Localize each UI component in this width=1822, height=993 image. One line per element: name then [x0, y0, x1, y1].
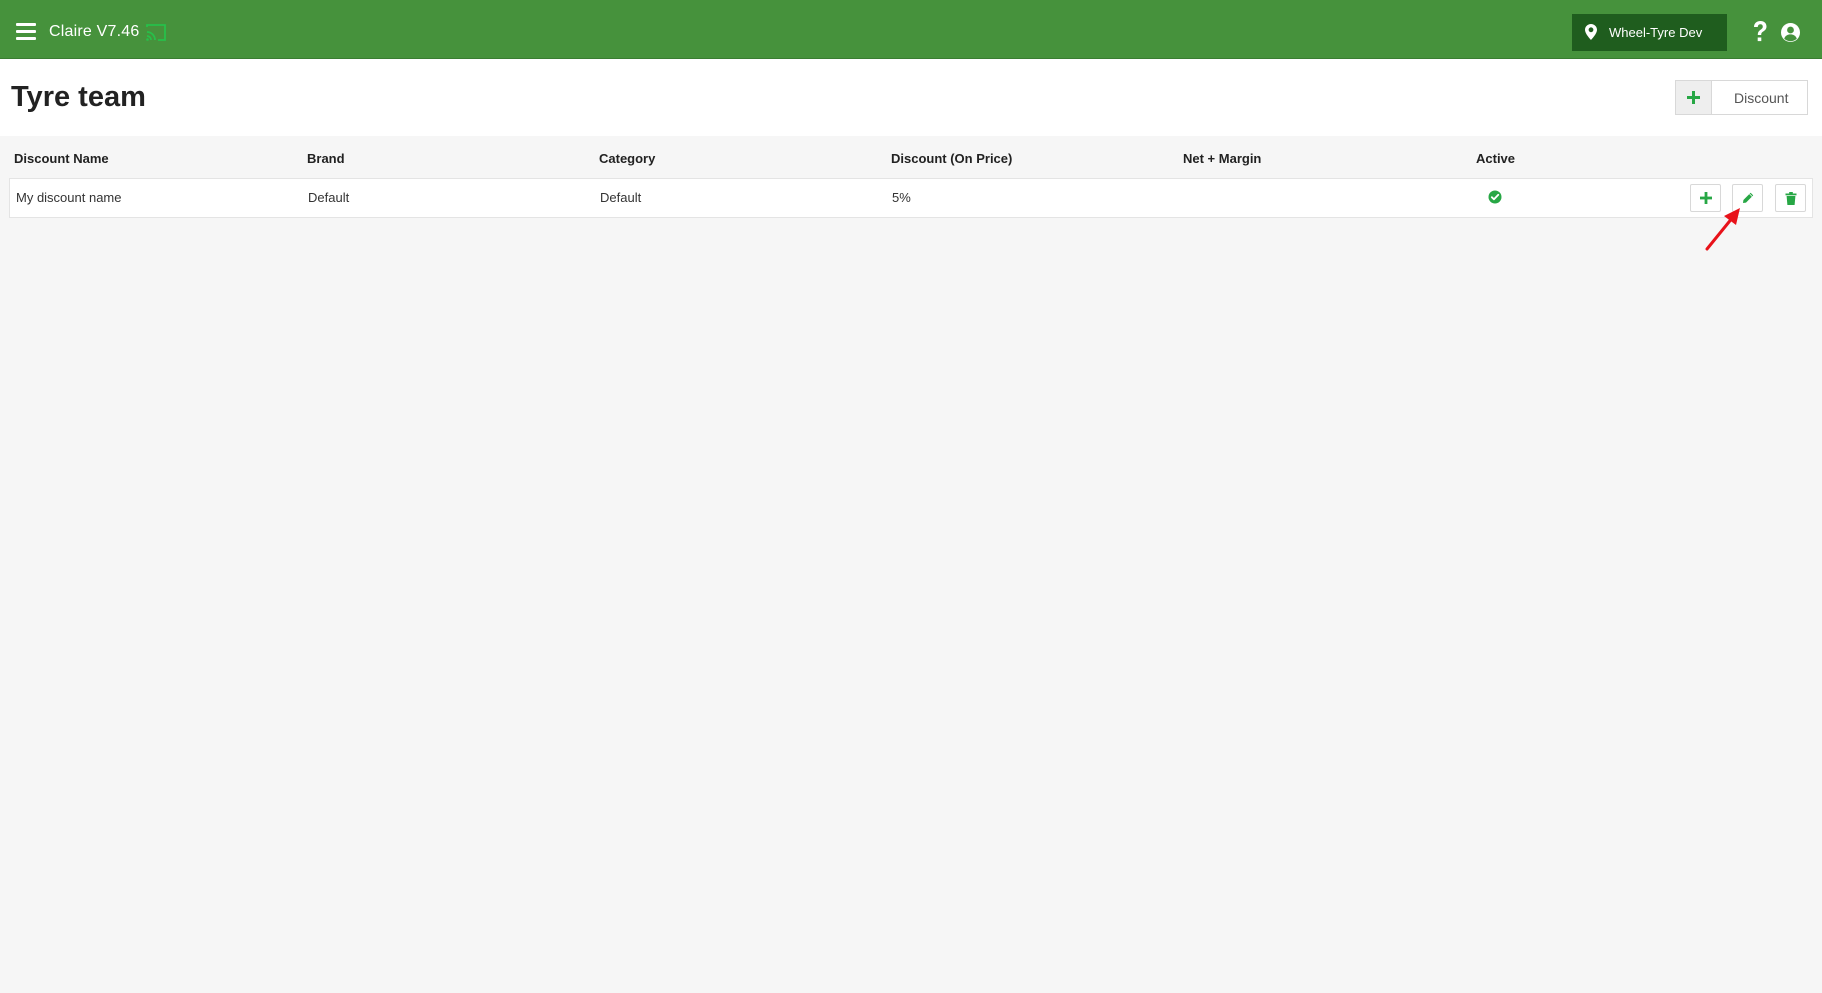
table-row: My discount name Default Default 5%: [9, 178, 1813, 218]
app-title: Claire V7.46: [49, 23, 140, 40]
page-title: Tyre team: [11, 81, 146, 113]
map-pin-icon: [1585, 24, 1597, 40]
pencil-icon: [1743, 192, 1754, 203]
table-header: Discount Name Brand Category Discount (O…: [0, 136, 1822, 178]
check-circle-icon: [1488, 190, 1502, 204]
cell-brand: Default: [308, 190, 350, 205]
add-row-button[interactable]: [1690, 184, 1721, 212]
question-mark-icon[interactable]: [1750, 20, 1770, 44]
user-circle-icon[interactable]: [1780, 22, 1801, 43]
location-selector[interactable]: Wheel-Tyre Dev: [1572, 14, 1727, 51]
cell-discount-on-price: 5%: [892, 190, 911, 205]
column-header-discount-on-price: Discount (On Price): [891, 151, 1013, 166]
plus-icon: [1700, 192, 1712, 204]
cast-icon[interactable]: [145, 24, 167, 42]
cell-category: Default: [600, 190, 642, 205]
column-header-active: Active: [1476, 151, 1516, 166]
location-label: Wheel-Tyre Dev: [1609, 25, 1703, 40]
page-header: Tyre team Discount: [0, 59, 1822, 136]
column-header-net-margin: Net + Margin: [1183, 151, 1262, 166]
plus-icon: [1687, 91, 1700, 104]
cell-discount-name: My discount name: [16, 190, 122, 205]
column-header-category: Category: [599, 151, 656, 166]
column-header-discount-name: Discount Name: [14, 151, 109, 166]
trash-icon: [1785, 192, 1797, 205]
top-navbar: Claire V7.46 Wheel-Tyre Dev: [0, 0, 1822, 59]
edit-row-button[interactable]: [1732, 184, 1763, 212]
column-header-brand: Brand: [307, 151, 345, 166]
hamburger-menu-icon[interactable]: [16, 23, 36, 41]
plus-icon-box: [1676, 81, 1712, 114]
add-discount-label: Discount: [1734, 90, 1789, 106]
add-discount-button[interactable]: Discount: [1675, 80, 1808, 115]
delete-row-button[interactable]: [1775, 184, 1806, 212]
